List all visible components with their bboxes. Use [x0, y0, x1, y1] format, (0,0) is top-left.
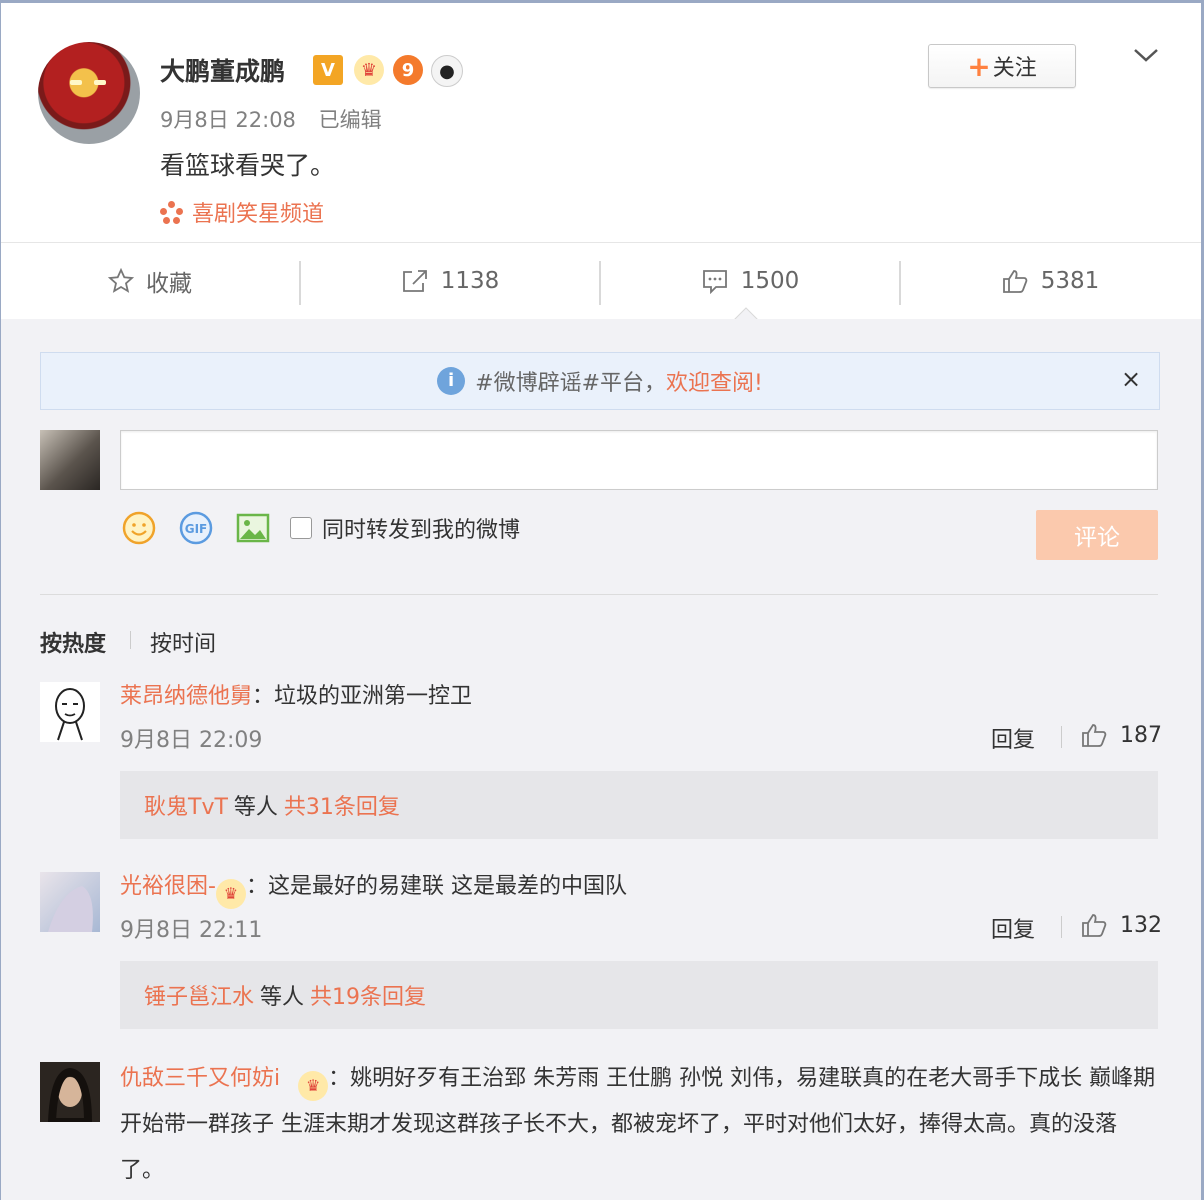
repost-count: 1138: [440, 268, 500, 294]
sub-reply-count[interactable]: 共31条回复: [284, 789, 400, 821]
comment-input[interactable]: [120, 430, 1158, 490]
favorite-label: 收藏: [146, 271, 192, 297]
chevron-down-icon[interactable]: [1133, 42, 1159, 68]
avatar-eye-left: [70, 80, 82, 85]
crown-badge: ♛: [215, 879, 246, 909]
comment-avatar[interactable]: [40, 1062, 100, 1122]
info-icon: i: [437, 367, 466, 395]
like-button[interactable]: 5381: [901, 243, 1199, 319]
svg-text:GIF: GIF: [185, 522, 208, 536]
sort-by-time[interactable]: 按时间: [150, 626, 216, 658]
comment-time: 9月8日 22:09: [120, 728, 263, 753]
like-count: 5381: [1040, 268, 1100, 294]
repost-checkbox[interactable]: [290, 517, 312, 539]
like-icon: [1002, 270, 1028, 293]
comment-line: 莱昂纳德他舅：垃圾的亚洲第一控卫: [120, 678, 472, 710]
like-icon: [1082, 914, 1107, 937]
my-avatar: [40, 430, 100, 490]
crown-badge: ♛: [298, 1071, 329, 1101]
image-icon[interactable]: [235, 510, 271, 546]
sub-reply-count[interactable]: 共19条回复: [310, 979, 426, 1011]
comment-avatar[interactable]: [40, 872, 100, 932]
verified-badge[interactable]: V: [313, 55, 343, 85]
star-icon: [108, 268, 134, 293]
comment-line: 光裕很困- ♛ ：这是最好的易建联 这是最差的中国队: [120, 868, 627, 909]
reply-button[interactable]: 回复: [991, 912, 1035, 944]
favorite-button[interactable]: 收藏: [1, 243, 299, 319]
repost-checkbox-row[interactable]: 同时转发到我的微博: [290, 512, 520, 544]
like-icon: [1082, 724, 1107, 747]
notice-link[interactable]: 欢迎查阅!: [666, 365, 763, 397]
author-name[interactable]: 大鹏董成鹏: [160, 52, 285, 88]
rumor-notice: i #微博辟谣#平台， 欢迎查阅!: [40, 352, 1160, 410]
notice-text: #微博辟谣#平台，: [475, 371, 667, 396]
comment-line: 仇敌三千又何妨і ♛ ：姚明好歹有王治郅 朱芳雨 王仕鹏 孙悦 刘伟，易建联真的在老…: [120, 1056, 1156, 1194]
comment-like-button[interactable]: 187: [1080, 722, 1162, 748]
sub-reply-mid: 等人: [260, 985, 305, 1010]
comment-text: ：这是最好的易建联 这是最差的中国队: [245, 874, 627, 899]
panda-badge[interactable]: ●: [431, 55, 463, 87]
sub-reply-author[interactable]: 耿鬼TvT: [144, 789, 228, 821]
sort-divider: [130, 631, 131, 649]
comment-count: 1500: [740, 268, 800, 294]
plus-icon: +: [967, 49, 991, 83]
divider: [40, 594, 1158, 595]
post-time[interactable]: 9月8日 22:08: [160, 108, 296, 132]
source-icon: [160, 201, 184, 225]
post-text: 看篮球看哭了。: [160, 151, 336, 180]
repost-label: 同时转发到我的微博: [322, 518, 521, 543]
reply-button[interactable]: 回复: [991, 722, 1035, 754]
comment-author[interactable]: 仇敌三千又何妨і: [120, 1066, 280, 1091]
edited-label[interactable]: 已编辑: [319, 108, 382, 132]
emoji-icon[interactable]: [121, 510, 157, 546]
comment-action-divider: [1061, 726, 1062, 748]
submit-comment-button[interactable]: 评论: [1036, 510, 1158, 560]
crown-badge[interactable]: ♛: [354, 55, 384, 85]
sub-replies[interactable]: 耿鬼TvT 等人 共31条回复: [120, 771, 1158, 839]
sort-by-hot[interactable]: 按热度: [40, 626, 106, 658]
comment-action-divider: [1061, 916, 1062, 938]
gif-icon[interactable]: GIF: [178, 510, 214, 546]
comment-author[interactable]: 莱昂纳德他舅: [120, 684, 252, 709]
follow-label: 关注: [992, 56, 1037, 81]
comment-avatar[interactable]: [40, 682, 100, 742]
sub-reply-mid: 等人: [233, 795, 278, 820]
source-label: 喜剧笑星频道: [192, 202, 325, 227]
comment-like-count: 132: [1120, 912, 1162, 938]
close-icon[interactable]: ×: [1118, 366, 1144, 392]
repost-button[interactable]: 1138: [301, 243, 599, 319]
level-badge[interactable]: 9: [393, 55, 423, 85]
share-icon: [402, 270, 427, 292]
post-source[interactable]: 喜剧笑星频道: [160, 196, 324, 228]
action-bar: 收藏 1138 1500 5381: [1, 242, 1201, 320]
sub-replies[interactable]: 锤子邕江水 等人 共19条回复: [120, 961, 1158, 1029]
avatar-eye-right: [94, 80, 106, 85]
sub-reply-author[interactable]: 锤子邕江水: [144, 979, 254, 1011]
comment-time: 9月8日 22:11: [120, 918, 263, 943]
follow-button[interactable]: + 关注: [928, 44, 1076, 88]
comment-like-button[interactable]: 132: [1080, 912, 1162, 938]
post-meta: 9月8日 22:08 已编辑: [160, 104, 382, 134]
comment-text: ：垃圾的亚洲第一控卫: [252, 684, 473, 709]
comment-like-count: 187: [1120, 722, 1162, 748]
comment-author[interactable]: 光裕很困-: [120, 874, 216, 899]
author-avatar[interactable]: [38, 42, 140, 144]
comment-caret: [734, 307, 758, 320]
comment-icon: [702, 270, 727, 294]
